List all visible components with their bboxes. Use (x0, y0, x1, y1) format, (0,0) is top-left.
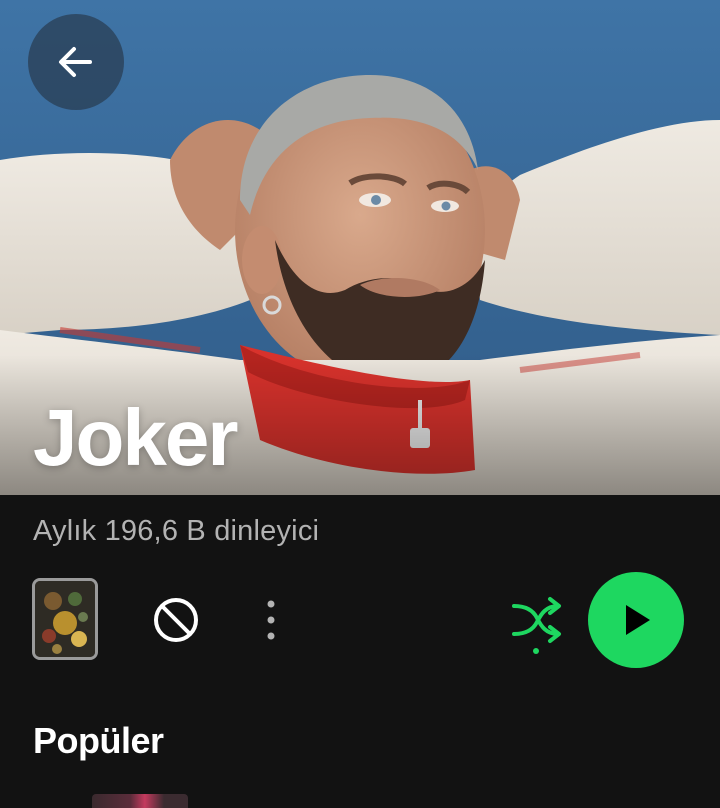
more-options-button[interactable] (256, 596, 286, 644)
block-icon (154, 598, 198, 642)
arrow-left-icon (59, 47, 92, 77)
artist-cover-thumbnail[interactable] (32, 578, 98, 660)
cover-art (35, 581, 95, 657)
block-button[interactable] (150, 594, 202, 646)
more-vertical-icon (267, 600, 275, 640)
popular-section-title: Popüler (33, 720, 164, 761)
shuffle-icon (512, 597, 561, 654)
track-thumbnail[interactable] (92, 794, 188, 808)
artist-hero: Joker (0, 0, 720, 495)
action-row (0, 570, 720, 668)
back-button[interactable] (28, 14, 124, 110)
shuffle-button[interactable] (506, 592, 568, 656)
artist-name: Joker (33, 393, 238, 482)
play-button[interactable] (588, 572, 684, 668)
play-icon (626, 605, 650, 635)
artist-page: Joker Aylık 196,6 B dinleyici Popüler (0, 0, 720, 808)
monthly-listeners: Aylık 196,6 B dinleyici (33, 515, 320, 547)
